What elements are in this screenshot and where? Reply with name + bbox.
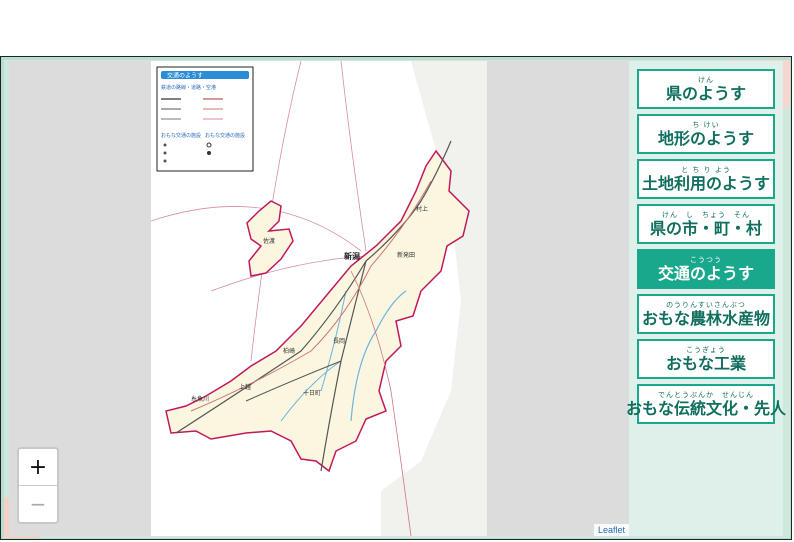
topic-menu: けん 県のようす ち けい 地形のようす と ち り よう 土地利用のようす け… bbox=[626, 61, 786, 536]
menu-label: 県の市・町・村 bbox=[649, 219, 762, 238]
menu-ruby: でんとうぶんか せんじん bbox=[658, 391, 754, 399]
map-attribution[interactable]: Leaflet bbox=[593, 524, 629, 536]
menu-label: 交通のようす bbox=[657, 264, 754, 283]
menu-transportation[interactable]: こうつう 交通のようす bbox=[637, 249, 775, 289]
zoom-out-button[interactable]: − bbox=[19, 485, 57, 522]
menu-label: おもな農林水産物 bbox=[641, 309, 770, 328]
menu-ruby: と ち り よう bbox=[681, 166, 731, 174]
legend-section1: おもな交通の施設 bbox=[161, 132, 201, 139]
zoom-in-button[interactable]: + bbox=[19, 449, 57, 485]
menu-ruby: けん し ちょう そん bbox=[662, 211, 750, 219]
map-legend: 交通のようす 鉄道の路線・道路・空港 おもな交通の施設 おもな交通の施設 bbox=[156, 66, 254, 172]
zoom-control: + − bbox=[17, 447, 59, 524]
menu-ruby: ち けい bbox=[692, 121, 720, 129]
menu-label: おもな工業 bbox=[665, 354, 746, 373]
legend-section2: おもな交通の施設 bbox=[205, 132, 245, 139]
menu-label: おもな伝統文化・先人 bbox=[626, 399, 787, 418]
menu-terrain[interactable]: ち けい 地形のようす bbox=[637, 114, 775, 154]
label-tokamachi: 十日町 bbox=[303, 389, 321, 397]
map-viewport[interactable]: 新潟 村上 新発田 佐渡 長岡 柏崎 上越 十日町 糸魚川 交通のようす 鉄道の… bbox=[9, 61, 629, 536]
app-frame: 新潟 村上 新発田 佐渡 長岡 柏崎 上越 十日町 糸魚川 交通のようす 鉄道の… bbox=[0, 56, 792, 540]
menu-industry[interactable]: こうぎょう おもな工業 bbox=[637, 339, 775, 379]
label-nagaoka: 長岡 bbox=[333, 338, 345, 345]
label-niigata: 新潟 bbox=[344, 251, 360, 261]
menu-ruby: けん bbox=[698, 76, 714, 84]
menu-ruby: こうぎょう bbox=[686, 346, 726, 354]
label-sado: 佐渡 bbox=[263, 237, 275, 245]
map-sheet[interactable]: 新潟 村上 新発田 佐渡 長岡 柏崎 上越 十日町 糸魚川 交通のようす 鉄道の… bbox=[151, 61, 487, 536]
label-itoigawa: 糸魚川 bbox=[191, 395, 209, 403]
label-kashiwazaki: 柏崎 bbox=[283, 347, 295, 355]
menu-culture[interactable]: でんとうぶんか せんじん おもな伝統文化・先人 bbox=[626, 384, 786, 424]
menu-prefecture[interactable]: けん 県のようす bbox=[637, 69, 775, 109]
label-murakami: 村上 bbox=[416, 205, 428, 213]
label-joetsu: 上越 bbox=[239, 383, 251, 391]
menu-municipalities[interactable]: けん し ちょう そん 県の市・町・村 bbox=[637, 204, 775, 244]
legend-subtitle: 鉄道の路線・道路・空港 bbox=[161, 84, 216, 91]
menu-ruby: のうりんすいさんぶつ bbox=[666, 301, 746, 309]
legend-header: 交通のようす bbox=[167, 72, 203, 80]
menu-label: 土地利用のようす bbox=[641, 174, 770, 193]
niigata-map: 新潟 村上 新発田 佐渡 長岡 柏崎 上越 十日町 糸魚川 交通のようす 鉄道の… bbox=[151, 61, 487, 536]
menu-ruby: こうつう bbox=[690, 256, 722, 264]
label-shibata: 新発田 bbox=[397, 251, 415, 259]
menu-label: 地形のようす bbox=[657, 129, 754, 148]
menu-label: 県のようす bbox=[665, 84, 746, 103]
menu-agriculture[interactable]: のうりんすいさんぶつ おもな農林水産物 bbox=[637, 294, 775, 334]
menu-land-use[interactable]: と ち り よう 土地利用のようす bbox=[637, 159, 775, 199]
